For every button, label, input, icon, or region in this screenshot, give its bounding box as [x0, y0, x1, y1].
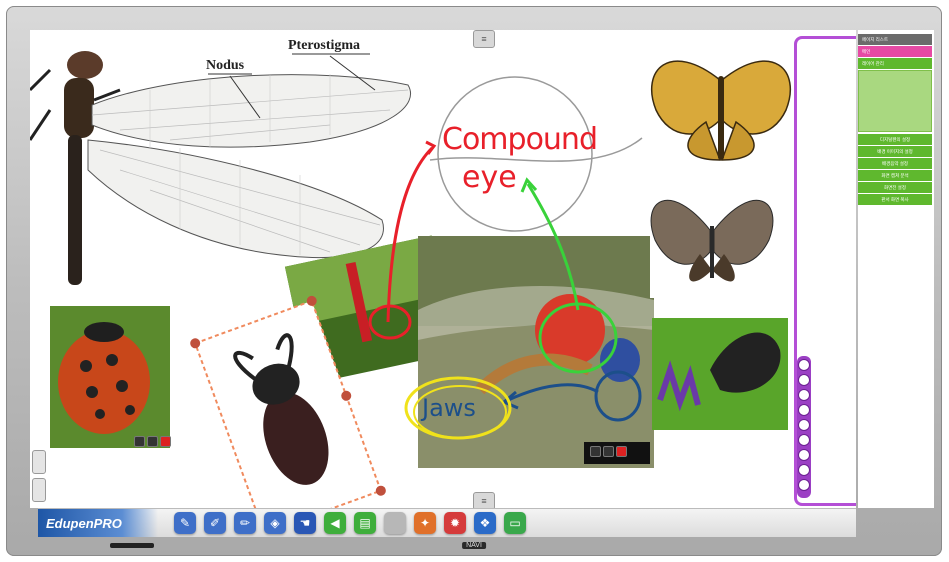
arrow-left-icon: ◀	[330, 516, 340, 530]
side-menu: 페이지 리스트 메인 레이어 관리 디지털펜의 설정 배경 이미지의 설정 배경…	[858, 34, 932, 206]
highlighter-button[interactable]: ✏	[234, 512, 256, 534]
text-icon[interactable]	[798, 389, 810, 401]
gear-icon[interactable]	[160, 436, 171, 447]
side-menu-header-1[interactable]: 메인	[858, 46, 932, 57]
prev-icon[interactable]	[798, 434, 810, 446]
blank-button[interactable]	[384, 512, 406, 534]
usb-port	[110, 543, 154, 548]
ladybug-photo-controls	[134, 436, 171, 447]
side-menu-item-4[interactable]: 화면전 설정	[858, 182, 932, 193]
previous-page-button[interactable]: ◀	[324, 512, 346, 534]
side-menu-item-2[interactable]: 배경음악 설정	[858, 158, 932, 169]
side-menu-header-2[interactable]: 레이어 관리	[858, 58, 932, 69]
compound-eye-handwriting-line2: eye	[462, 160, 517, 195]
side-menu-item-3[interactable]: 화면 캡쳐 분석	[858, 170, 932, 181]
side-menu-item-5[interactable]: 판서 화면 복사	[858, 194, 932, 205]
compound-eye-handwriting-line1: Compound	[442, 122, 598, 157]
ladybug-photo[interactable]	[50, 306, 170, 448]
undo-icon[interactable]	[798, 464, 810, 476]
dragonfly-closeup-photo[interactable]	[418, 236, 654, 468]
side-menu-item-0[interactable]: 디지털펜의 설정	[858, 134, 932, 145]
tools-button[interactable]: ✦	[414, 512, 436, 534]
swallowtail-butterfly-photo[interactable]	[652, 318, 788, 430]
whiteboard-canvas[interactable]: Nodus Pterostigma Compound eye Jaws ≡ ≡	[30, 30, 856, 508]
screen-button[interactable]: ▭	[504, 512, 526, 534]
closeup-photo-controls	[590, 446, 627, 457]
pointer-icon[interactable]	[798, 374, 810, 386]
label-nodus: Nodus	[206, 58, 245, 73]
bottom-pull-handle[interactable]: ≡	[473, 492, 495, 508]
wrench-icon: ✦	[419, 516, 431, 530]
side-menu-header-0[interactable]: 페이지 리스트	[858, 34, 932, 45]
top-pull-handle[interactable]: ≡	[473, 30, 495, 48]
pen-button[interactable]: ✎	[174, 512, 196, 534]
hand-icon[interactable]	[147, 436, 158, 447]
side-tool-strip	[797, 356, 811, 498]
windows-icon: ❖	[479, 516, 491, 530]
next-icon[interactable]	[798, 449, 810, 461]
main-toolbar: EdupenPRO ✎ ✐ ✏ ◈ ☚ ◀ ▤ ✦ ✹ ❖ ▭	[38, 508, 856, 537]
eraser-icon: ◈	[270, 516, 280, 530]
redo-icon[interactable]	[798, 479, 810, 491]
left-edge-tab[interactable]	[32, 450, 46, 474]
delete-icon[interactable]	[590, 446, 601, 457]
delete-icon[interactable]	[134, 436, 145, 447]
save-icon[interactable]	[798, 404, 810, 416]
windows-button[interactable]: ❖	[474, 512, 496, 534]
pen-icon: ✎	[179, 516, 191, 530]
monitor-icon: ▭	[509, 516, 521, 530]
eraser-button[interactable]: ◈	[264, 512, 286, 534]
hand-select-icon: ☚	[299, 516, 311, 530]
zoom-icon[interactable]	[798, 419, 810, 431]
page-add-icon: ▤	[359, 516, 371, 530]
hand-icon[interactable]	[603, 446, 614, 457]
new-page-button[interactable]: ▤	[354, 512, 376, 534]
brush-button[interactable]: ✐	[204, 512, 226, 534]
label-pterostigma: Pterostigma	[288, 38, 361, 53]
side-menu-preview	[858, 70, 932, 132]
bezel-bottom: NAVI	[30, 538, 918, 552]
jaws-handwriting: Jaws	[422, 394, 476, 422]
select-button[interactable]: ☚	[294, 512, 316, 534]
pen-icon[interactable]	[798, 359, 810, 371]
side-menu-item-1[interactable]: 배경 이미지의 설정	[858, 146, 932, 157]
app-logo: EdupenPRO	[38, 509, 158, 537]
brown-butterfly-image[interactable]	[650, 184, 778, 298]
gear-icon[interactable]	[616, 446, 627, 457]
left-edge-tab-2[interactable]	[32, 478, 46, 502]
highlighter-icon: ✏	[239, 516, 251, 530]
brush-icon: ✐	[209, 516, 221, 530]
gear-icon: ✹	[449, 516, 461, 530]
bezel-brand: NAVI	[462, 542, 486, 549]
yellow-butterfly-image[interactable]	[651, 60, 791, 161]
settings-button[interactable]: ✹	[444, 512, 466, 534]
